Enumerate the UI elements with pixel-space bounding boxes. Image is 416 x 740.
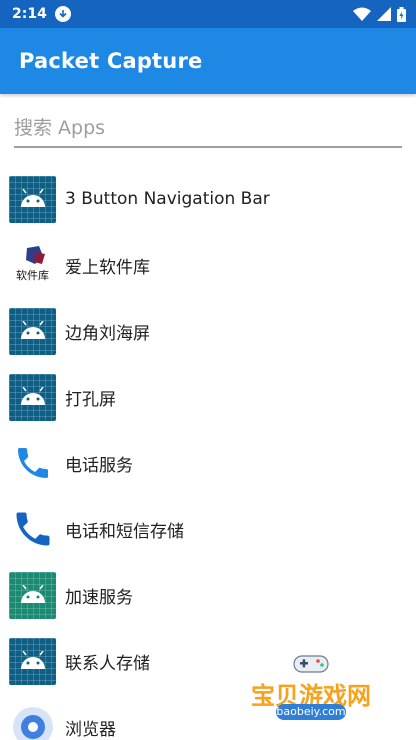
list-item[interactable]: 加速服务: [0, 562, 416, 628]
search-input[interactable]: [14, 110, 402, 148]
app-title: Packet Capture: [19, 49, 203, 73]
app-bar: Packet Capture: [0, 28, 416, 94]
search-field[interactable]: [14, 110, 402, 150]
phone-icon: [9, 440, 56, 487]
app-label: 爱上软件库: [65, 257, 150, 278]
list-item[interactable]: 边角刘海屏: [0, 298, 416, 364]
app-label: 联系人存储: [65, 653, 150, 674]
phone-icon: [9, 506, 56, 553]
status-time: 2:14: [12, 6, 47, 22]
app-label: 电话和短信存储: [65, 521, 184, 542]
logo-text: 软件库: [16, 268, 49, 282]
software-library-logo: 软件库: [9, 241, 56, 289]
app-label: 边角刘海屏: [65, 323, 150, 344]
battery-icon: [397, 6, 406, 22]
watermark: 宝贝游戏网 baobeiy.com: [240, 648, 382, 730]
app-label: 打孔屏: [65, 389, 116, 410]
list-item[interactable]: 电话服务: [0, 430, 416, 496]
app-label: 电话服务: [65, 455, 133, 476]
list-item[interactable]: 3 Button Navigation Bar: [0, 166, 416, 232]
app-label: 加速服务: [65, 587, 133, 608]
status-icons: [353, 6, 406, 22]
app-label: 3 Button Navigation Bar: [65, 189, 270, 209]
android-icon: [9, 637, 56, 685]
list-item[interactable]: 软件库 爱上软件库: [0, 232, 416, 298]
gamepad-icon: [293, 655, 329, 673]
list-item[interactable]: 电话和短信存储: [0, 496, 416, 562]
android-icon: [9, 307, 56, 355]
android-icon: [9, 175, 56, 223]
list-item[interactable]: 打孔屏: [0, 364, 416, 430]
status-bar: 2:14: [0, 0, 416, 28]
browser-icon: [9, 704, 56, 740]
watermark-url: baobeiy.com: [276, 704, 346, 720]
wifi-icon: [353, 7, 371, 21]
app-label: 浏览器: [65, 719, 116, 740]
download-icon: [54, 6, 71, 22]
android-icon: [9, 373, 56, 421]
signal-icon: [377, 7, 391, 21]
android-icon: [9, 571, 56, 619]
